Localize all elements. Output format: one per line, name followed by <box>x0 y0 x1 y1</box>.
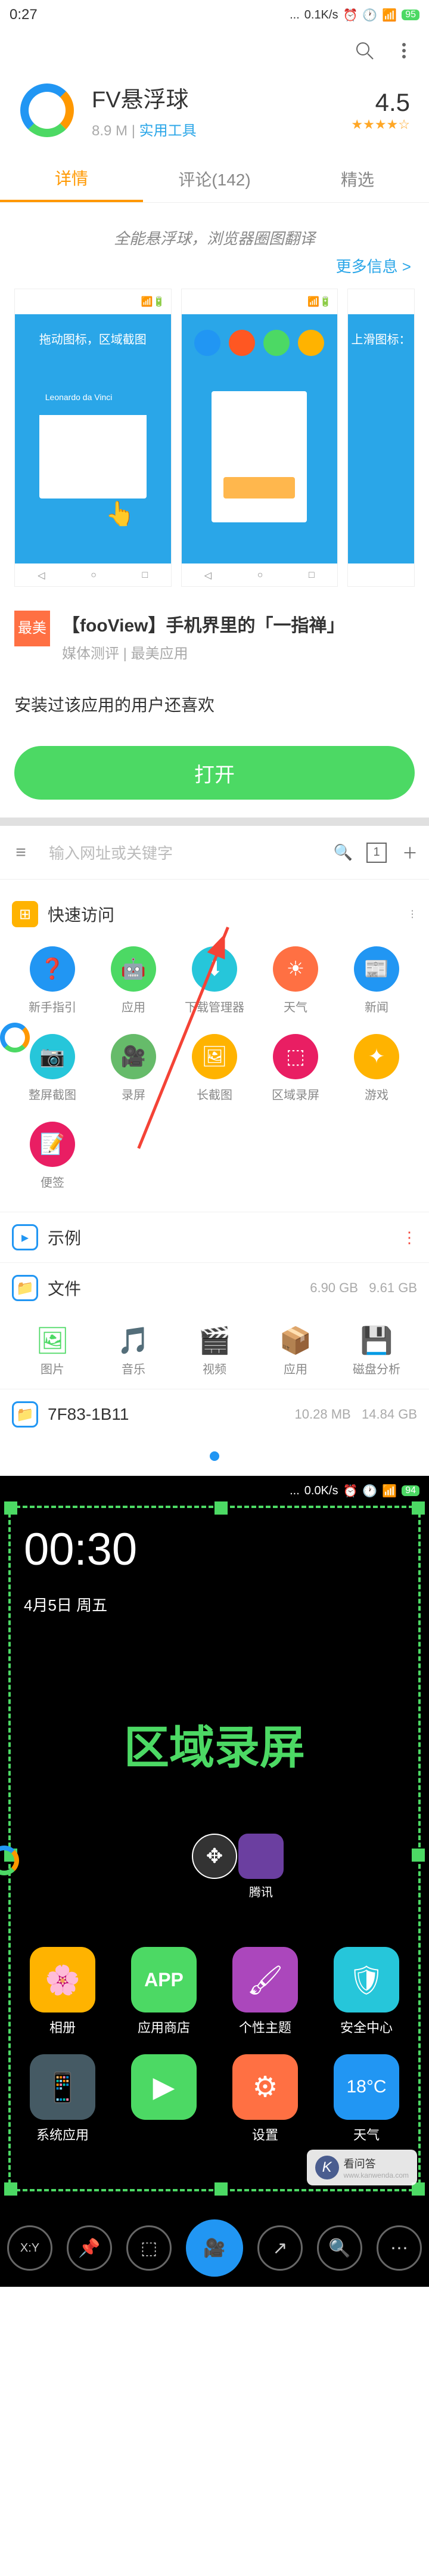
cat-images[interactable]: 🖼图片 <box>12 1325 93 1377</box>
files-row[interactable]: 📁 文件 6.90 GB 9.61 GB <box>0 1262 429 1313</box>
homescreen-recording: ...0.0K/s⏰🕐📶94 00:30 4月5日 周五 区域录屏 ✥ 腾讯 🌸… <box>0 1476 429 2287</box>
tab-details[interactable]: 详情 <box>0 155 143 202</box>
handle-bl[interactable] <box>4 2182 17 2196</box>
search-button[interactable]: 🔍 <box>317 2225 362 2271</box>
crop-button[interactable]: ⬚ <box>126 2225 172 2271</box>
xy-button[interactable]: X:Y <box>7 2225 52 2271</box>
folder-icon: 📁 <box>12 1275 38 1301</box>
article-title: 【fooView】手机界里的「一指禅」 <box>62 611 344 637</box>
app-description: 全能悬浮球，浏览器圈图翻译 <box>0 203 429 255</box>
app-icon[interactable] <box>14 78 80 143</box>
badge-icon: 最美 <box>14 611 50 646</box>
screenshots[interactable]: 📶🔋 拖动图标，区域截图 Leonardo da Vinci 👆 ◁○□ 📶🔋 … <box>0 289 429 587</box>
status-bar: 0:27 ...0.1K/s⏰🕐📶 95 <box>0 0 429 30</box>
screenshot-3[interactable]: 上滑图标： <box>347 289 415 587</box>
qa-regionrec[interactable]: ⬚区域录屏 <box>255 1024 336 1112</box>
app-weather[interactable]: 18°C天气 <box>334 2054 399 2144</box>
home-indicator[interactable] <box>210 1451 219 1461</box>
cat-music[interactable]: 🎵音乐 <box>93 1325 174 1377</box>
app-settings[interactable]: ⚙设置 <box>232 2054 298 2144</box>
add-button[interactable]: ＋ <box>397 840 423 866</box>
app-system[interactable]: 📱系统应用 <box>30 2054 95 2144</box>
qa-guide[interactable]: ❓新手指引 <box>12 937 93 1024</box>
search-icon[interactable] <box>354 40 375 61</box>
fooview-float-icon[interactable] <box>0 1023 30 1052</box>
qa-record[interactable]: 🎥录屏 <box>93 1024 174 1112</box>
handle-tr[interactable] <box>412 1501 425 1515</box>
grid-icon: ⊞ <box>12 901 38 927</box>
recommendation-heading: 安装过该应用的用户还喜欢 <box>0 668 429 740</box>
article-source: 媒体测评 | 最美应用 <box>62 642 344 662</box>
app-tencent[interactable]: 腾讯 <box>238 1834 284 1900</box>
disk-categories: 🖼图片 🎵音乐 🎬视频 📦应用 💾磁盘分析 <box>0 1313 429 1389</box>
app-store[interactable]: APP应用商店 <box>131 1947 197 2036</box>
url-input[interactable]: 输入网址或关键字 <box>43 841 323 863</box>
screenshot-2[interactable]: 📶🔋 ◁○□ <box>181 289 338 587</box>
article-row[interactable]: 最美 【fooView】手机界里的「一指禅」 媒体测评 | 最美应用 <box>0 587 429 668</box>
search-icon[interactable]: 🔍 <box>330 840 356 866</box>
quick-access-header[interactable]: ⊞ 快速访问 ⋮ <box>12 891 417 937</box>
app-gallery[interactable]: 🌸相册 <box>30 1947 95 2036</box>
record-button[interactable]: 🎥 <box>186 2219 243 2277</box>
app-name: FV悬浮球 <box>92 81 351 114</box>
menu-icon[interactable]: ≡ <box>6 843 36 863</box>
qa-news[interactable]: 📰新闻 <box>336 937 417 1024</box>
screenshot-1[interactable]: 📶🔋 拖动图标，区域截图 Leonardo da Vinci 👆 ◁○□ <box>14 289 172 587</box>
cat-disk[interactable]: 💾磁盘分析 <box>336 1325 417 1377</box>
more-icon[interactable] <box>393 40 415 61</box>
pin-button[interactable]: 📌 <box>67 2225 112 2271</box>
qa-longshot[interactable]: 🖼长截图 <box>174 1024 255 1112</box>
watermark: K 看问答www.kanwenda.com <box>307 2150 417 2185</box>
clock: 0:27 <box>10 7 290 23</box>
move-handle[interactable]: ✥ <box>192 1834 237 1879</box>
browser-toolbar: ≡ 输入网址或关键字 🔍 1 ＋ <box>0 826 429 880</box>
qa-games[interactable]: ✦游戏 <box>336 1024 417 1112</box>
more-button[interactable]: ⋯ <box>377 2225 422 2271</box>
app-security[interactable]: 🛡安全中心 <box>334 1947 399 2036</box>
app-subtitle: 8.9 M | 实用工具 <box>92 119 351 140</box>
app-theme[interactable]: 🖌个性主题 <box>232 1947 298 2036</box>
battery-icon: 95 <box>402 10 419 20</box>
qa-apps[interactable]: 🤖应用 <box>93 937 174 1024</box>
more-icon[interactable]: ⋮ <box>408 908 417 920</box>
app-unknown[interactable]: ▶ <box>131 2054 197 2144</box>
cat-apps[interactable]: 📦应用 <box>255 1325 336 1377</box>
more-info-link[interactable]: 更多信息 > <box>0 255 429 289</box>
tab-reviews[interactable]: 评论(142) <box>143 155 286 202</box>
handle-t[interactable] <box>214 1501 228 1515</box>
tab-featured[interactable]: 精选 <box>286 155 429 202</box>
more-icon[interactable]: ⋮ <box>402 1228 417 1247</box>
recording-toolbar: X:Y 📌 ⬚ 🎥 ↗ 🔍 ⋯ <box>0 2209 429 2287</box>
sdcard-row[interactable]: 📁 7F83-1B11 10.28 MB 14.84 GB <box>0 1389 429 1439</box>
handle-b[interactable] <box>214 2182 228 2196</box>
watermark-logo: K <box>315 2156 339 2179</box>
status-icons: ...0.1K/s⏰🕐📶 95 <box>290 8 419 23</box>
folder-icon: 📁 <box>12 1401 38 1428</box>
tabs: 详情 评论(142) 精选 <box>0 155 429 203</box>
qa-notes[interactable]: 📝便签 <box>12 1112 93 1200</box>
sample-row[interactable]: ▸ 示例 ⋮ <box>0 1212 429 1262</box>
handle-tl[interactable] <box>4 1501 17 1515</box>
share-button[interactable]: ↗ <box>257 2225 303 2271</box>
divider <box>0 818 429 826</box>
handle-r[interactable] <box>412 1849 425 1862</box>
sample-icon: ▸ <box>12 1224 38 1250</box>
app-hero: FV悬浮球 8.9 M | 实用工具 4.5 ★★★★☆ <box>0 72 429 155</box>
app-bar <box>0 30 429 72</box>
tabs-button[interactable]: 1 <box>363 840 390 866</box>
quick-access-grid: ❓新手指引 🤖应用 ⬇下载管理器 ☀天气 📰新闻 📷整屏截图 🎥录屏 🖼长截图 … <box>12 937 417 1200</box>
cat-video[interactable]: 🎬视频 <box>174 1325 255 1377</box>
category-link[interactable]: 实用工具 <box>139 123 197 139</box>
open-button[interactable]: 打开 <box>14 746 415 800</box>
qa-weather[interactable]: ☀天气 <box>255 937 336 1024</box>
rating: 4.5 ★★★★☆ <box>351 88 415 132</box>
stars-icon: ★★★★☆ <box>351 117 410 132</box>
